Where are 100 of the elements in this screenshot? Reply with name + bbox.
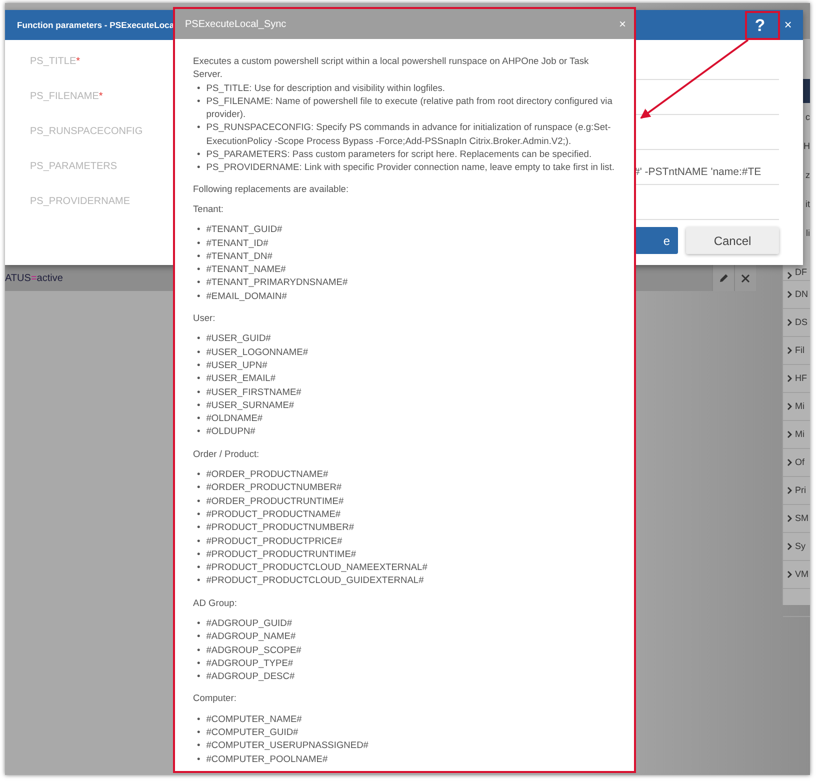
- panel-item[interactable]: Pri: [783, 477, 810, 505]
- list-item: #ADGROUP_NAME#: [206, 630, 296, 644]
- chevron-icon: [787, 431, 792, 438]
- field-label: PS_RUNSPACECONFIG: [30, 125, 143, 139]
- list-item: PS_TITLE: Use for description and visibility within logfiles.: [206, 82, 445, 95]
- delete-button[interactable]: [734, 265, 756, 291]
- list-item: #COMPUTER_GUID#: [206, 726, 298, 740]
- group-heading: Order / Product:: [193, 448, 260, 461]
- bullet: •: [197, 121, 200, 134]
- list-item: #ORDER_PRODUCTNUMBER#: [206, 481, 342, 494]
- list-item: #OLDNAME#: [206, 412, 263, 426]
- chevron-icon: [787, 403, 792, 410]
- bullet: •: [197, 534, 200, 548]
- list-item: #TENANT_NAME#: [206, 263, 286, 276]
- panel-item[interactable]: SM: [783, 505, 810, 533]
- bullet: •: [197, 94, 200, 108]
- highlight-box: [745, 11, 780, 40]
- field-label: PS_TITLE*: [30, 55, 80, 69]
- list-item: PS_RUNSPACECONFIG: Specify PS commands in advance for initialization of runspace (e.g:Set-ExecutionPolicy -Scope Process Bypass -Force;Add-PSSnapIn Citrix.Broker.Admin.V2;).: [206, 121, 612, 148]
- bullet: •: [197, 82, 200, 95]
- field-label: PS_FILENAME*: [30, 90, 103, 104]
- panel-item-text: it: [806, 198, 810, 211]
- close-icon: [741, 274, 750, 282]
- list-item: #ORDER_PRODUCTRUNTIME#: [206, 494, 344, 508]
- panel-item[interactable]: Mi: [783, 421, 810, 449]
- bullet: •: [197, 161, 200, 174]
- list-item: #TENANT_DN#: [206, 250, 272, 263]
- bullet: •: [197, 223, 200, 236]
- panel-item[interactable]: Mi: [783, 393, 810, 421]
- list-item: PS_PROVIDERNAME: Link with specific Provider connection name, leave empty to take first in list.: [206, 161, 614, 174]
- bullet: •: [197, 616, 200, 630]
- chevron-icon: [787, 291, 792, 298]
- panel-item-text: li: [806, 226, 810, 240]
- list-item: #USER_SURNAME#: [206, 398, 294, 412]
- list-item: #TENANT_ID#: [206, 236, 268, 250]
- bullet: •: [197, 574, 200, 588]
- panel-item[interactable]: DN: [783, 281, 810, 309]
- bullet: •: [197, 739, 200, 752]
- chevron-icon: [787, 319, 792, 326]
- panel-item[interactable]: Of: [783, 449, 810, 477]
- cancel-button[interactable]: Cancel: [686, 227, 779, 254]
- bullet: •: [197, 372, 200, 386]
- panel-item[interactable]: Fil: [783, 337, 810, 365]
- list-item: #ORDER_PRODUCTNAME#: [206, 468, 328, 482]
- bullet: •: [197, 425, 200, 438]
- panel-item[interactable]: VM: [783, 561, 810, 589]
- bullet: •: [197, 630, 200, 644]
- close-button[interactable]: ×: [775, 15, 801, 35]
- list-item: #ADGROUP_SCOPE#: [206, 644, 302, 657]
- chevron-icon: [787, 459, 792, 466]
- list-item: #COMPUTER_USERUPNASSIGNED#: [206, 739, 368, 752]
- filter-text: ATUS=active: [5, 272, 63, 286]
- bullet: •: [197, 561, 200, 574]
- bullet: •: [197, 644, 200, 657]
- chevron-icon: [787, 515, 792, 522]
- bullet: •: [197, 670, 200, 684]
- list-item: #ADGROUP_TYPE#: [206, 656, 294, 670]
- bullet: •: [197, 468, 200, 482]
- panel-item[interactable]: DS: [783, 309, 810, 337]
- panel-item-text: H: [804, 140, 810, 153]
- list-item: #ADGROUP_DESC#: [206, 670, 295, 684]
- group-heading: Tenant:: [193, 202, 224, 216]
- list-item: #PRODUCT_PRODUCTNUMBER#: [206, 521, 354, 534]
- bullet: •: [197, 656, 200, 670]
- bullet: •: [197, 494, 200, 508]
- bullet: •: [197, 290, 200, 303]
- chevron-icon: [787, 543, 792, 550]
- list-item: PS_PARAMETERS: Pass custom parameters for script here. Replacements can be specified.: [206, 148, 592, 162]
- bullet: •: [197, 236, 200, 250]
- list-item: #COMPUTER_POOLNAME#: [206, 752, 328, 766]
- group-heading: User:: [193, 312, 216, 326]
- list-item: #PRODUCT_PRODUCTCLOUD_GUIDEXTERNAL#: [206, 574, 424, 588]
- save-button[interactable]: e: [635, 227, 678, 254]
- panel-item[interactable]: Sy: [783, 533, 810, 561]
- group-heading: AD Group:: [193, 596, 238, 610]
- list-item: #PRODUCT_PRODUCTPRICE#: [206, 534, 342, 548]
- bullet: •: [197, 263, 200, 276]
- list-item: PS_FILENAME: Name of powershell file to execute (relative path from root directory configured via provider).: [206, 94, 614, 122]
- bullet: •: [197, 250, 200, 263]
- bullet: •: [197, 726, 200, 740]
- description-text: Executes a custom powershell script within a local powershell runspace on AHPOne Job or Task Server.: [193, 55, 590, 82]
- list-item: #USER_GUID#: [206, 332, 271, 346]
- list-item: #TENANT_PRIMARYDNSNAME#: [206, 276, 348, 290]
- bullet: •: [197, 548, 200, 561]
- bullet: •: [197, 508, 200, 521]
- panel-item[interactable]: HF: [783, 365, 810, 393]
- panel-item-text: z: [806, 168, 810, 182]
- list-item: #USER_UPN#: [206, 358, 268, 372]
- help-button[interactable]: ?: [745, 12, 775, 38]
- bullet: •: [197, 481, 200, 494]
- field-label: PS_PARAMETERS: [30, 160, 118, 174]
- group-heading: Computer:: [193, 692, 238, 706]
- field-label: PS_PROVIDERNAME: [30, 195, 130, 209]
- bullet: •: [197, 148, 200, 162]
- bullet: •: [197, 386, 200, 399]
- list-item: #OLDUPN#: [206, 425, 256, 438]
- bullet: •: [197, 521, 200, 534]
- bullet: •: [197, 398, 200, 412]
- chevron-icon: [787, 571, 792, 578]
- edit-button[interactable]: [712, 265, 734, 291]
